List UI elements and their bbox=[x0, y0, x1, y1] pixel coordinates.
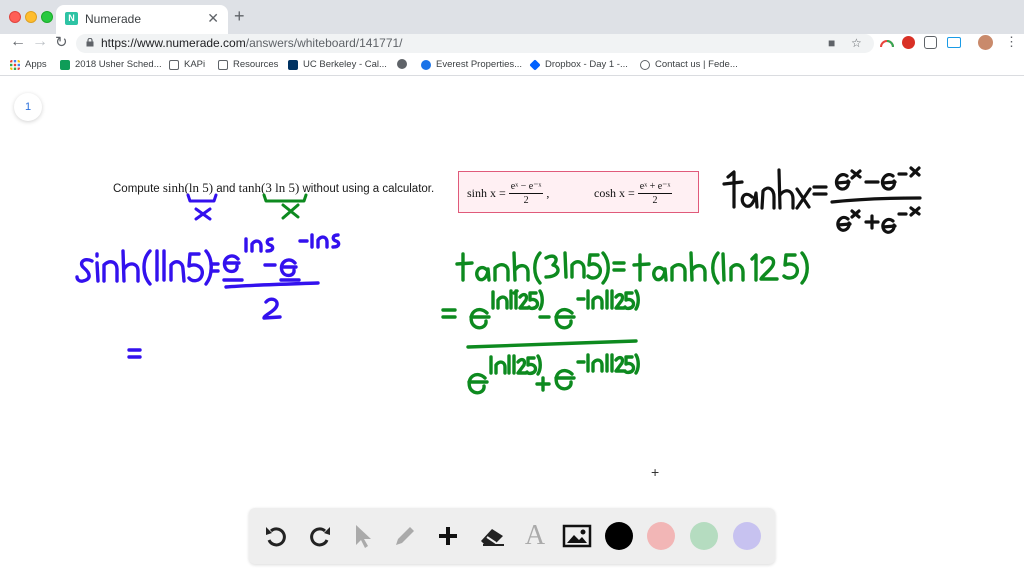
browser-toolbar: ← → ↻ https://www.numerade.com/answers/w… bbox=[0, 33, 1024, 55]
bookmark-label: Dropbox - Day 1 -... bbox=[545, 59, 628, 70]
color-swatch-lavender[interactable] bbox=[733, 522, 761, 550]
profile-avatar[interactable] bbox=[978, 35, 993, 50]
apps-grid-icon bbox=[10, 59, 20, 70]
browser-titlebar: N Numerade ✕ + bbox=[0, 0, 1024, 34]
bookmarks-bar: Apps 2018 Usher Sched... KAPi Resources … bbox=[0, 55, 1024, 76]
eraser-icon[interactable] bbox=[476, 520, 508, 552]
dropbox-icon bbox=[529, 58, 541, 71]
address-bar[interactable]: https://www.numerade.com/answers/whitebo… bbox=[76, 34, 874, 53]
extension-red-badge-icon[interactable] bbox=[902, 36, 915, 49]
bookmark-uc-berkeley[interactable]: UC Berkeley - Cal... bbox=[288, 59, 387, 70]
globe-icon bbox=[397, 59, 407, 69]
handwritten-tanh-definition bbox=[722, 166, 922, 234]
bookmark-dropbox[interactable]: Dropbox - Day 1 -... bbox=[529, 58, 628, 71]
handwritten-tanh-rewrite bbox=[455, 251, 809, 285]
folder-icon bbox=[218, 59, 228, 70]
handwriting-layer bbox=[75, 166, 922, 395]
extension-cast-icon[interactable] bbox=[947, 37, 961, 48]
whiteboard-canvas[interactable]: 1 Compute sinh(ln 5) and tanh(3 ln 5) wi… bbox=[0, 77, 1024, 572]
bookmark-resources[interactable]: Resources bbox=[218, 59, 278, 70]
contact-icon bbox=[640, 59, 650, 70]
minimize-window-button[interactable] bbox=[25, 11, 37, 23]
reload-icon[interactable]: ↻ bbox=[55, 33, 68, 51]
pen-icon[interactable] bbox=[389, 520, 421, 552]
bookmark-star-icon[interactable]: ☆ bbox=[851, 36, 862, 50]
green-x-annotation bbox=[262, 193, 308, 220]
bookmark-label: 2018 Usher Sched... bbox=[75, 59, 162, 70]
tab-close-icon[interactable]: ✕ bbox=[207, 10, 219, 27]
bookmark-label: Resources bbox=[233, 59, 279, 70]
color-swatch-green[interactable] bbox=[690, 522, 718, 550]
bookmark-label: Contact us | Fede... bbox=[655, 59, 738, 70]
numerade-favicon-icon: N bbox=[65, 12, 78, 25]
forward-arrow-icon[interactable]: → bbox=[32, 33, 48, 51]
handwritten-tanh-exponential bbox=[441, 289, 640, 395]
new-tab-icon[interactable]: + bbox=[234, 6, 245, 27]
browser-tab[interactable]: N Numerade ✕ bbox=[56, 5, 228, 34]
bookmark-globe[interactable] bbox=[397, 59, 412, 69]
extension-arc-icon[interactable] bbox=[880, 38, 894, 48]
maximize-window-button[interactable] bbox=[41, 11, 53, 23]
handwritten-sinh-expansion bbox=[75, 233, 341, 359]
color-swatch-black[interactable] bbox=[605, 522, 633, 550]
back-arrow-icon[interactable]: ← bbox=[10, 33, 26, 51]
bookmark-label: Everest Properties... bbox=[436, 59, 523, 70]
plus-icon[interactable] bbox=[432, 520, 464, 552]
berkeley-icon bbox=[288, 59, 298, 70]
lock-icon bbox=[86, 38, 94, 47]
crosshair-cursor-icon: + bbox=[651, 464, 660, 480]
blue-x-annotation bbox=[186, 193, 218, 221]
text-icon[interactable]: A bbox=[519, 520, 551, 552]
bookmark-label: KAPi bbox=[184, 59, 206, 70]
url-host: https://www.numerade.com bbox=[101, 36, 246, 50]
folder-icon bbox=[169, 59, 179, 70]
redo-icon[interactable] bbox=[304, 520, 336, 552]
bookmark-apps[interactable]: Apps bbox=[10, 59, 47, 70]
extension-copy-icon[interactable] bbox=[924, 36, 937, 49]
image-icon[interactable] bbox=[561, 520, 593, 552]
bookmark-contact-us[interactable]: Contact us | Fede... bbox=[640, 59, 738, 70]
bookmark-kapi[interactable]: KAPi bbox=[169, 59, 205, 70]
url-text: https://www.numerade.com/answers/whitebo… bbox=[101, 36, 403, 50]
bookmark-usher-schedule[interactable]: 2018 Usher Sched... bbox=[60, 59, 162, 70]
color-swatch-pink[interactable] bbox=[647, 522, 675, 550]
everest-icon bbox=[421, 59, 431, 70]
tool-palette: A bbox=[249, 508, 775, 564]
bookmark-label: Apps bbox=[25, 59, 47, 70]
camera-icon[interactable]: ■ bbox=[828, 36, 835, 50]
url-path: /answers/whiteboard/141771/ bbox=[245, 36, 403, 50]
browser-menu-icon[interactable]: ⋮ bbox=[1005, 34, 1018, 50]
tab-title: Numerade bbox=[85, 12, 142, 26]
undo-icon[interactable] bbox=[260, 520, 292, 552]
close-window-button[interactable] bbox=[9, 11, 21, 23]
sheets-icon bbox=[60, 59, 70, 70]
bookmark-label: UC Berkeley - Cal... bbox=[303, 59, 387, 70]
pointer-icon[interactable] bbox=[346, 520, 378, 552]
bookmark-everest[interactable]: Everest Properties... bbox=[421, 59, 522, 70]
